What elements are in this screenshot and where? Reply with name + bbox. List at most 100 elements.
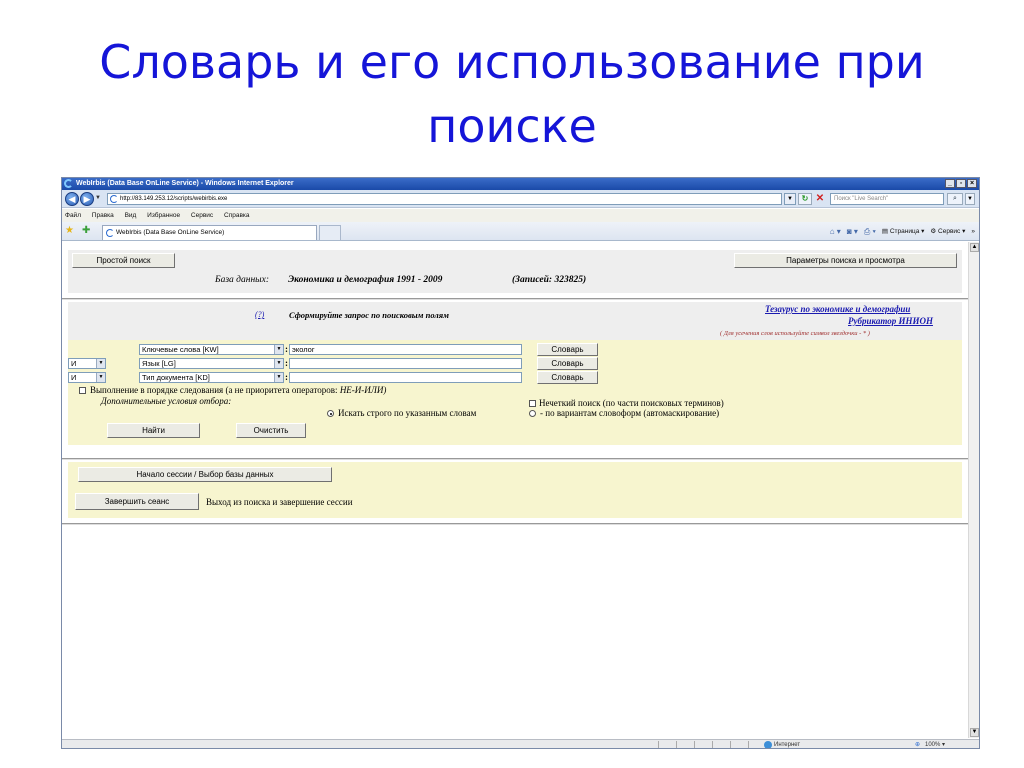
status-panel [712,741,728,748]
divider-2 [62,458,970,460]
dictionary-button-3[interactable]: Словарь [537,371,598,384]
tab-bar: ★ ✚ WebIrbis (Data Base OnLine Service) … [62,222,979,241]
field-select-3[interactable]: Тип документа [KD] ▼ [139,372,284,383]
extra-conditions-label: Дополнительные условия отбора: [101,396,232,406]
close-button[interactable]: × [967,179,977,188]
field-select-2-value: Язык [LG] [142,359,176,368]
status-panel [694,741,710,748]
strict-search-radio[interactable] [327,410,334,417]
scroll-up-icon[interactable]: ▲ [970,243,979,252]
zoom-icon: ⊕ [915,742,921,748]
db-record-count: (Записей: 323825) [512,275,587,285]
menu-help[interactable]: Справка [224,212,250,219]
live-search-placeholder: Поиск "Live Search" [834,196,889,202]
menu-edit[interactable]: Правка [92,212,114,219]
end-session-button[interactable]: Завершить сеанс [75,493,199,510]
favorites-star-icon[interactable]: ★ [65,225,74,237]
forward-icon[interactable]: ▶ [80,192,94,206]
colon-separator: : [285,372,288,382]
search-params-button[interactable]: Параметры поиска и просмотра [734,253,957,268]
operator-select-3[interactable]: И ▼ [68,372,106,383]
add-favorites-icon[interactable]: ✚ [82,225,90,237]
menu-view[interactable]: Вид [125,212,137,219]
vertical-scrollbar[interactable]: ▲ ▼ [968,242,979,738]
query-form-heading: Сформируйте запрос по поисковым полям [289,310,449,320]
slide-title-line-2: поиске [427,99,597,153]
zoom-control[interactable]: ⊕ 100% ▾ [913,740,973,748]
window-title: WebIrbis (Data Base OnLine Service) - Wi… [76,180,294,187]
address-dropdown-icon[interactable]: ▼ [784,193,796,205]
thesaurus-link[interactable]: Тезаурус по экономике и демографии [765,304,910,314]
menu-tools[interactable]: Сервис [191,212,213,219]
field-select-1-value: Ключевые слова [KW] [142,345,219,354]
tools-menu[interactable]: ⚙ Сервис ▾ [930,225,965,239]
feeds-icon[interactable]: ◙ ▾ [847,225,858,239]
ie-logo-icon [64,179,73,188]
tab-webirbis[interactable]: WebIrbis (Data Base OnLine Service) [102,225,317,240]
slide-title-line-1: Словарь и его использование при [99,35,925,89]
print-icon[interactable]: ⎙ ▾ [864,225,876,239]
more-commands-icon[interactable]: » [971,225,975,239]
history-dropdown-icon[interactable]: ▼ [95,195,101,201]
search-go-icon[interactable]: ⌕ [947,193,963,205]
status-panel [676,741,692,748]
order-checkbox-text: Выполнение в порядке следования (а не пр… [90,385,338,395]
browser-window: WebIrbis (Data Base OnLine Service) - Wi… [61,177,980,749]
chevron-down-icon: ▼ [274,345,283,354]
back-icon[interactable]: ◀ [65,192,79,206]
field-select-1[interactable]: Ключевые слова [KW] ▼ [139,344,284,355]
menu-file[interactable]: Файл [65,212,81,219]
dictionary-button-2[interactable]: Словарь [537,357,598,370]
query-input-3[interactable] [289,372,522,383]
truncation-note: ( Для усечения слов используйте символ з… [720,330,870,337]
live-search-input[interactable]: Поиск "Live Search" [830,193,944,205]
address-bar[interactable]: http://83.149.253.12/scripts/webirbis.ex… [107,193,782,205]
new-tab-button[interactable] [319,225,341,240]
order-checkbox[interactable] [79,387,86,394]
divider-3 [62,523,970,525]
scroll-down-icon[interactable]: ▼ [970,728,979,737]
order-checkbox-label: Выполнение в порядке следования (а не пр… [90,385,386,396]
find-button[interactable]: Найти [107,423,200,438]
page-menu[interactable]: ▤ Страница ▾ [882,225,925,239]
colon-separator: : [285,344,288,354]
refresh-icon[interactable]: ↻ [798,193,812,205]
stop-icon[interactable]: ✕ [814,193,826,205]
tools-menu-label: Сервис [938,228,961,235]
variants-search-radio[interactable] [529,410,536,417]
end-session-text: Выход из поиска и завершение сессии [206,497,353,507]
status-panel [658,741,674,748]
chevron-down-icon: ▼ [274,359,283,368]
status-bar: Интернет ⊕ 100% ▾ [62,739,979,748]
page-content: Простой поиск Параметры поиска и просмот… [62,242,970,738]
simple-search-button[interactable]: Простой поиск [72,253,175,268]
query-input-2[interactable] [289,358,522,369]
clear-button[interactable]: Очистить [236,423,306,438]
chevron-down-icon: ▼ [96,373,105,382]
query-input-1[interactable]: эколог [289,344,522,355]
db-name: Экономика и демография 1991 - 2009 [288,275,443,285]
address-toolbar: ◀ ▶ ▼ http://83.149.253.12/scripts/webir… [62,190,979,208]
dictionary-button-1[interactable]: Словарь [537,343,598,356]
zoom-level: 100% [925,742,941,748]
menu-favorites[interactable]: Избранное [147,212,180,219]
maximize-button[interactable]: ▫ [956,179,966,188]
security-zone: Интернет [762,740,852,748]
window-titlebar: WebIrbis (Data Base OnLine Service) - Wi… [62,178,979,190]
operator-select-2-value: И [71,359,77,368]
search-options-icon[interactable]: ▼ [965,193,975,205]
field-select-2[interactable]: Язык [LG] ▼ [139,358,284,369]
operator-select-2[interactable]: И ▼ [68,358,106,369]
rubricator-link[interactable]: Рубрикатор ИНИОН [848,316,933,326]
fuzzy-search-checkbox[interactable] [529,400,536,407]
home-icon[interactable]: ⌂ ▾ [830,225,841,239]
security-zone-label: Интернет [774,742,801,748]
chevron-down-icon: ▼ [274,373,283,382]
page-menu-label: Страница [889,228,920,235]
minimize-button[interactable]: _ [945,179,955,188]
divider-1 [62,298,970,300]
session-start-button[interactable]: Начало сессии / Выбор базы данных [78,467,332,482]
help-link[interactable]: (?) [255,310,264,319]
window-controls: _ ▫ × [945,179,977,189]
address-text: http://83.149.253.12/scripts/webirbis.ex… [120,196,228,202]
